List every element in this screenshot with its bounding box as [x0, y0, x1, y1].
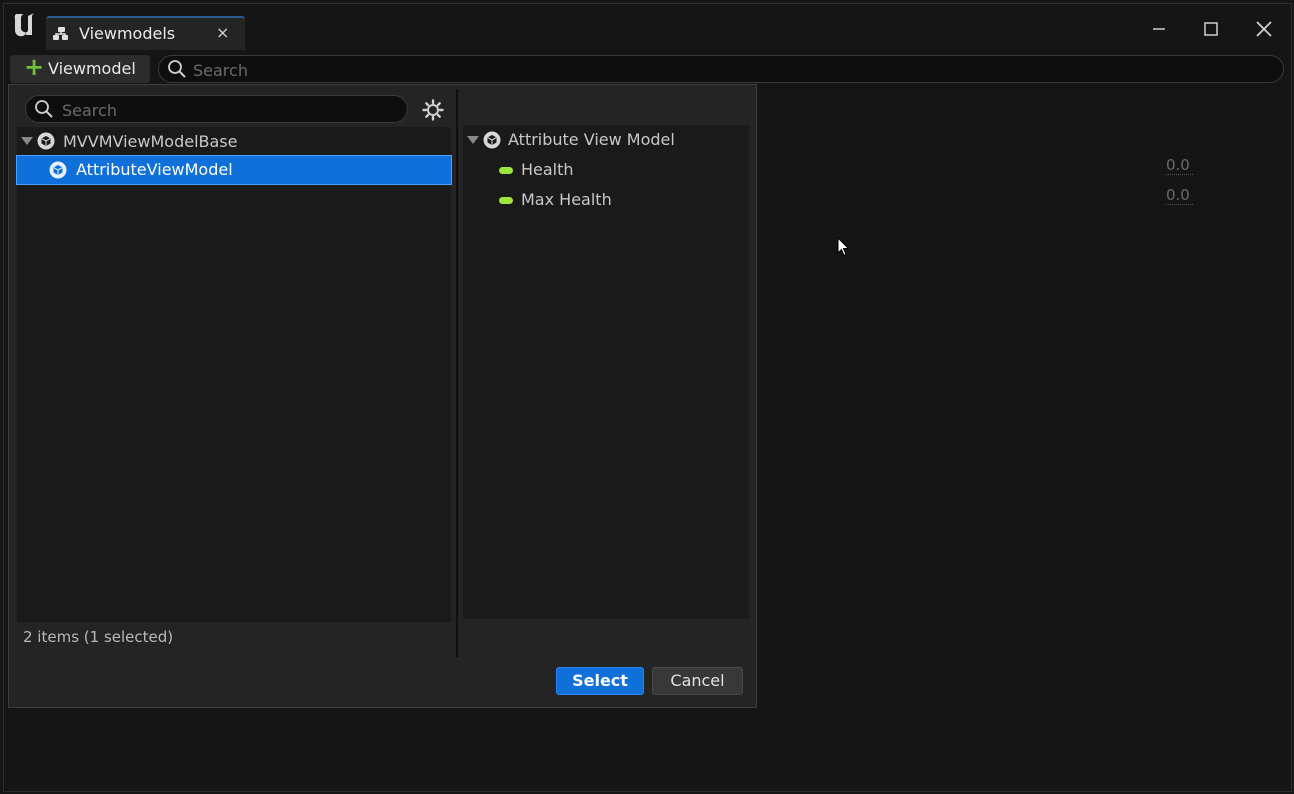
viewmodel-details: Attribute View Model Health Max Health	[463, 125, 749, 619]
plus-icon: +	[24, 53, 45, 81]
gear-icon[interactable]	[422, 99, 444, 121]
minimize-icon[interactable]	[1146, 16, 1172, 42]
class-tree: MVVMViewModelBase AttributeViewModel	[16, 127, 452, 622]
float-property-icon	[499, 197, 513, 204]
viewmodel-search-input[interactable]	[191, 58, 1275, 82]
property-label-health: Health	[521, 160, 574, 179]
class-icon	[37, 132, 55, 150]
property-label-max-health: Max Health	[521, 190, 612, 209]
add-viewmodel-button[interactable]: + Viewmodel	[10, 53, 150, 83]
float-property-icon	[499, 167, 513, 174]
unreal-logo-icon	[14, 13, 34, 37]
hierarchy-icon	[53, 27, 68, 40]
mouse-cursor-icon	[837, 237, 850, 257]
item-count-status: 2 items (1 selected)	[23, 628, 174, 646]
expand-arrow-icon[interactable]	[21, 137, 33, 145]
cancel-button[interactable]: Cancel	[652, 667, 743, 695]
toolbar: + Viewmodel	[4, 50, 1290, 86]
panel-splitter[interactable]	[456, 89, 458, 657]
tree-item-label: AttributeViewModel	[76, 160, 233, 179]
property-value[interactable]: 0.0	[1166, 186, 1193, 205]
class-search-box	[25, 95, 408, 123]
close-icon[interactable]	[1251, 16, 1277, 42]
property-value[interactable]: 0.0	[1166, 156, 1193, 175]
title-bar: Viewmodels ×	[4, 4, 1290, 50]
expand-arrow-icon[interactable]	[467, 136, 479, 144]
search-icon	[168, 60, 186, 78]
viewmodel-picker-dialog: MVVMViewModelBase AttributeViewModel 2 i…	[8, 84, 757, 708]
tab-label: Viewmodels	[79, 24, 176, 43]
maximize-icon[interactable]	[1198, 16, 1224, 42]
class-icon	[483, 131, 501, 149]
viewmodel-search-box	[158, 55, 1284, 83]
select-button[interactable]: Select	[556, 667, 644, 695]
class-icon	[49, 161, 67, 179]
search-icon	[35, 100, 53, 118]
add-viewmodel-label: Viewmodel	[48, 59, 136, 78]
tab-close-icon[interactable]: ×	[216, 23, 229, 42]
tree-item-label: MVVMViewModelBase	[63, 132, 238, 151]
details-header: Attribute View Model	[508, 130, 675, 149]
class-search-input[interactable]	[60, 98, 404, 122]
tree-item-attributeviewmodel[interactable]: AttributeViewModel	[16, 155, 452, 185]
tab-viewmodels[interactable]: Viewmodels ×	[46, 16, 245, 50]
tree-item-mvvmviewmodelbase[interactable]: MVVMViewModelBase	[17, 127, 451, 155]
